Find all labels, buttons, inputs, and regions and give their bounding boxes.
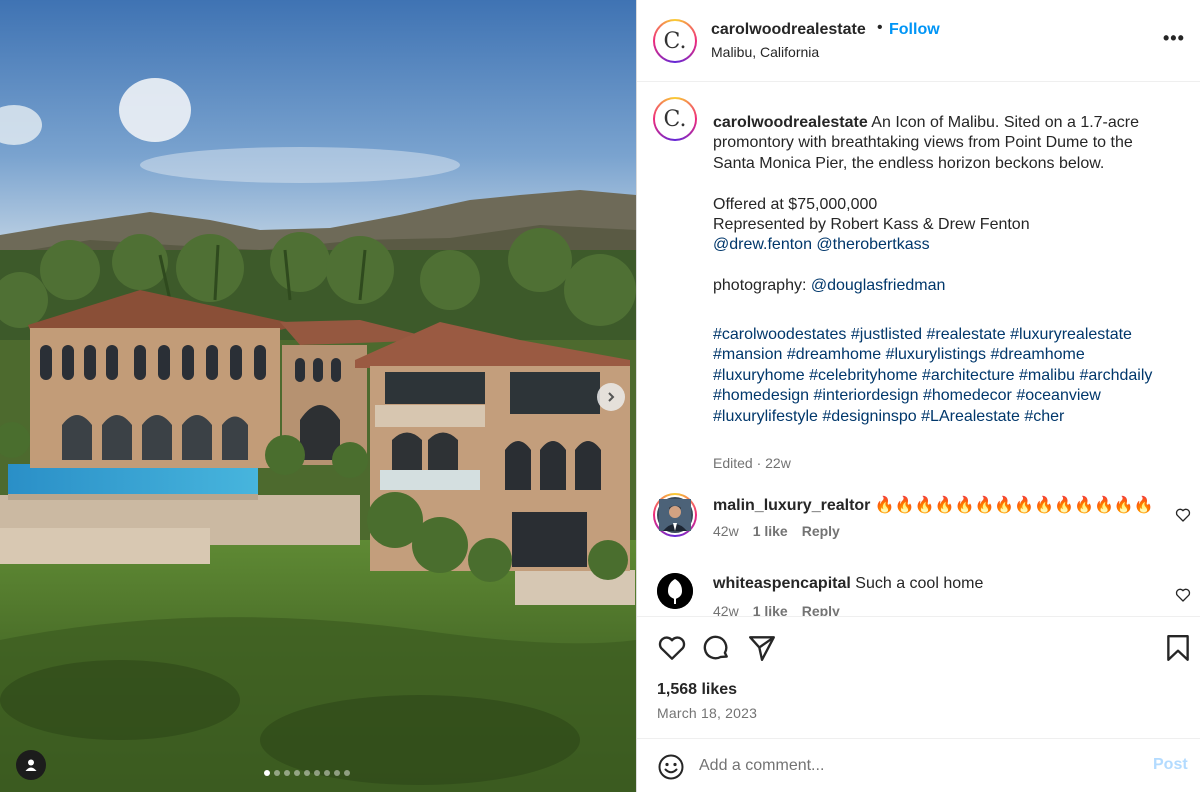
comment-input[interactable] [699, 753, 1129, 779]
carousel-dot [294, 770, 300, 776]
hashtag-link[interactable]: #oceanview [1016, 387, 1101, 404]
photography-label: photography: [713, 277, 811, 295]
comment-username[interactable]: malin_luxury_realtor [713, 497, 870, 514]
hashtag-link[interactable]: #archdaily [1079, 367, 1152, 384]
hashtag-link[interactable]: #interiordesign [814, 387, 919, 404]
hashtag-link[interactable]: #cher [1024, 408, 1064, 425]
hashtag-link[interactable]: #dreamhome [787, 346, 881, 363]
save-bookmark-icon[interactable] [1163, 633, 1193, 663]
hashtag-link[interactable]: #realestate [926, 326, 1005, 343]
hashtag-link[interactable]: #dreamhome [991, 346, 1085, 363]
aspen-tree-logo-icon [657, 573, 693, 609]
hashtag-link[interactable]: #justlisted [851, 326, 922, 343]
hashtag-link[interactable]: #luxuryhome [713, 367, 805, 384]
hashtag-link[interactable]: #celebrityhome [809, 367, 918, 384]
carousel-dot [324, 770, 330, 776]
post-date: March 18, 2023 [657, 705, 758, 721]
post-photo[interactable] [0, 0, 636, 792]
like-count[interactable]: 1,568 likes [657, 681, 737, 699]
chevron-right-icon [608, 392, 615, 402]
hashtag-link[interactable]: #mansion [713, 346, 782, 363]
comment-like-heart-icon[interactable] [1175, 507, 1191, 523]
hashtag-link[interactable]: #designinspo [822, 408, 916, 425]
more-options-icon[interactable]: ••• [1163, 28, 1185, 48]
commenter-avatar[interactable] [657, 573, 693, 609]
comment-bubble-icon[interactable] [701, 633, 731, 663]
add-comment-bar: Post [637, 738, 1200, 792]
caption-agents: Represented by Robert Kass & Drew Fenton [713, 216, 1030, 234]
profile-photo-icon [659, 499, 691, 531]
reply-button[interactable]: Reply [802, 523, 840, 539]
comment-text: 🔥🔥🔥🔥🔥🔥🔥🔥🔥🔥🔥🔥🔥🔥 [870, 497, 1154, 514]
carousel-dot [274, 770, 280, 776]
commenter-avatar[interactable] [653, 493, 697, 537]
hashtag-link[interactable]: #homedecor [923, 387, 1012, 404]
hashtag-link[interactable]: #luxurylifestyle [713, 408, 818, 425]
carousel-dot [334, 770, 340, 776]
comment-age: 42w [713, 523, 739, 539]
post-comment-button[interactable]: Post [1153, 756, 1188, 774]
edited-timestamp: Edited · 22w [713, 455, 791, 471]
hashtag-list: #carolwoodestates #justlisted #realestat… [713, 325, 1173, 427]
tagged-people-button[interactable] [16, 750, 46, 780]
caption-author-avatar[interactable]: C. [653, 97, 697, 141]
comment-likes-link[interactable]: 1 like [753, 603, 788, 616]
mention-link[interactable]: @douglasfriedman [811, 277, 946, 294]
author-avatar[interactable]: C. [653, 19, 697, 63]
comments-scroll-area[interactable]: C. carolwoodrealestate An Icon of Malibu… [637, 83, 1200, 616]
carousel-dot [314, 770, 320, 776]
user-icon [25, 759, 37, 771]
carousel-dot [304, 770, 310, 776]
hashtag-link[interactable]: #architecture [922, 367, 1015, 384]
caption-price: Offered at $75,000,000 [713, 195, 878, 213]
hashtag-link[interactable]: #carolwoodestates [713, 326, 846, 343]
carousel-dot [284, 770, 290, 776]
location-link[interactable]: Malibu, California [711, 44, 819, 60]
author-username[interactable]: carolwoodrealestate [711, 21, 866, 39]
caption-body: carolwoodrealestate An Icon of Malibu. S… [713, 113, 1173, 297]
dot-separator: • [877, 19, 883, 36]
carousel-dot [344, 770, 350, 776]
carousel-dot [264, 770, 270, 776]
carousel-indicator [264, 770, 350, 776]
comment-like-heart-icon[interactable] [1175, 587, 1191, 603]
comment-meta: 42w 1 like Reply [713, 523, 840, 539]
hashtag-link[interactable]: #LArealestate [921, 408, 1020, 425]
comment-text: Such a cool home [850, 575, 984, 592]
comment-username[interactable]: whiteaspencapital [713, 575, 851, 592]
comment-meta: 42w 1 like Reply [713, 603, 840, 616]
mansion-photo [0, 0, 636, 792]
next-slide-button[interactable] [597, 383, 625, 411]
avatar-logo-text: C. [663, 28, 687, 54]
mention-link[interactable]: @therobertkass [816, 236, 929, 253]
avatar-logo-text: C. [663, 106, 687, 132]
comment-age: 42w [713, 603, 739, 616]
reply-button[interactable]: Reply [802, 603, 840, 616]
hashtag-link[interactable]: #luxuryrealestate [1010, 326, 1132, 343]
comment-likes-link[interactable]: 1 like [753, 523, 788, 539]
hashtag-link[interactable]: #luxurylistings [886, 346, 986, 363]
post-header: C. carolwoodrealestate • Follow Malibu, … [637, 0, 1200, 82]
emoji-smiley-icon[interactable] [657, 753, 685, 781]
follow-button[interactable]: Follow [889, 21, 940, 39]
share-paper-plane-icon[interactable] [747, 633, 777, 663]
mention-link[interactable]: @drew.fenton [713, 236, 812, 253]
hashtag-link[interactable]: #homedesign [713, 387, 809, 404]
like-heart-icon[interactable] [657, 633, 687, 663]
post-actions: 1,568 likes March 18, 2023 [637, 616, 1200, 736]
post-panel: C. carolwoodrealestate • Follow Malibu, … [636, 0, 1200, 792]
caption-username[interactable]: carolwoodrealestate [713, 114, 868, 131]
hashtag-link[interactable]: #malibu [1019, 367, 1075, 384]
